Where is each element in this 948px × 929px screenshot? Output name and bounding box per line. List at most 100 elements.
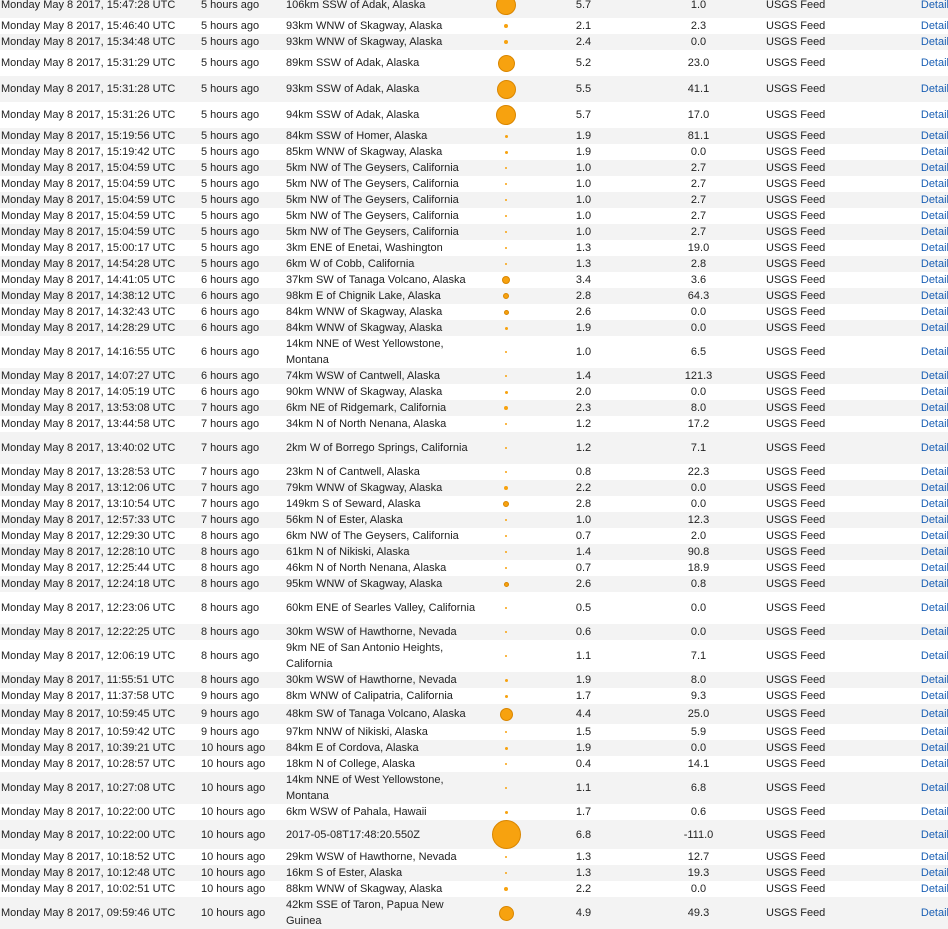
detail-link[interactable]: Detail — [921, 758, 948, 770]
depth-cell: 2.7 — [631, 192, 766, 208]
depth-cell: 6.5 — [631, 336, 766, 368]
detail-link[interactable]: Detail — [921, 402, 948, 414]
detail-link[interactable]: Detail — [921, 674, 948, 686]
detail-link[interactable]: Detail — [921, 226, 948, 238]
detail-link[interactable]: Detail — [921, 602, 948, 614]
detail-link[interactable]: Detail — [921, 498, 948, 510]
table-row: Monday May 8 2017, 14:38:12 UTC 6 hours a… — [0, 288, 948, 304]
detail-link[interactable]: Detail — [921, 210, 948, 222]
detail-link[interactable]: Detail — [921, 782, 948, 794]
detail-link[interactable]: Detail — [921, 322, 948, 334]
detail-link[interactable]: Detail — [921, 851, 948, 863]
source-cell: USGS Feed — [766, 881, 896, 897]
detail-link[interactable]: Detail — [921, 726, 948, 738]
detail-link[interactable]: Detail — [921, 194, 948, 206]
source-cell: USGS Feed — [766, 544, 896, 560]
depth-cell: 81.1 — [631, 128, 766, 144]
table-row: Monday May 8 2017, 15:46:40 UTC 5 hours a… — [0, 18, 948, 34]
depth-cell: 0.0 — [631, 144, 766, 160]
magnitude-marker-cell — [476, 176, 536, 192]
time-ago-cell: 8 hours ago — [201, 672, 286, 688]
detail-link[interactable]: Detail — [921, 306, 948, 318]
detail-link[interactable]: Detail — [921, 442, 948, 454]
time-cell: Monday May 8 2017, 15:04:59 UTC — [0, 224, 201, 240]
time-cell: Monday May 8 2017, 14:07:27 UTC — [0, 368, 201, 384]
time-cell: Monday May 8 2017, 14:54:28 UTC — [0, 256, 201, 272]
magnitude-marker-cell — [476, 772, 536, 804]
detail-link[interactable]: Detail — [921, 626, 948, 638]
detail-link[interactable]: Detail — [921, 418, 948, 430]
detail-link[interactable]: Detail — [921, 562, 948, 574]
detail-link[interactable]: Detail — [921, 742, 948, 754]
magnitude-marker-icon — [504, 887, 508, 892]
magnitude-marker-icon — [496, 79, 516, 99]
detail-link[interactable]: Detail — [921, 578, 948, 590]
detail-link[interactable]: Detail — [921, 20, 948, 32]
place-cell: 5km NW of The Geysers, California — [286, 176, 476, 192]
detail-cell: Detail — [896, 288, 948, 304]
detail-link[interactable]: Detail — [921, 370, 948, 382]
detail-link[interactable]: Detail — [921, 708, 948, 720]
detail-link[interactable]: Detail — [921, 242, 948, 254]
detail-link[interactable]: Detail — [921, 178, 948, 190]
magnitude-marker-cell — [476, 0, 536, 18]
detail-link[interactable]: Detail — [921, 690, 948, 702]
detail-link[interactable]: Detail — [921, 162, 948, 174]
magnitude-marker-icon — [497, 54, 515, 72]
detail-link[interactable]: Detail — [921, 883, 948, 895]
depth-cell: 0.6 — [631, 804, 766, 820]
time-cell: Monday May 8 2017, 12:29:30 UTC — [0, 528, 201, 544]
magnitude-marker-cell — [476, 592, 536, 624]
detail-link[interactable]: Detail — [921, 386, 948, 398]
magnitude-marker-icon — [491, 820, 521, 849]
detail-link[interactable]: Detail — [921, 109, 948, 121]
place-cell: 149km S of Seward, Alaska — [286, 496, 476, 512]
depth-cell: 2.3 — [631, 18, 766, 34]
detail-link[interactable]: Detail — [921, 546, 948, 558]
detail-link[interactable]: Detail — [921, 130, 948, 142]
place-cell: 84km WNW of Skagway, Alaska — [286, 304, 476, 320]
time-ago-cell: 10 hours ago — [201, 865, 286, 881]
detail-link[interactable]: Detail — [921, 0, 948, 11]
source-cell: USGS Feed — [766, 224, 896, 240]
detail-link[interactable]: Detail — [921, 290, 948, 302]
detail-link[interactable]: Detail — [921, 466, 948, 478]
place-cell: 2017-05-08T17:48:20.550Z — [286, 820, 476, 849]
detail-link[interactable]: Detail — [921, 482, 948, 494]
table-row: Monday May 8 2017, 15:00:17 UTC 5 hours a… — [0, 240, 948, 256]
detail-link[interactable]: Detail — [921, 274, 948, 286]
magnitude-cell: 2.6 — [536, 304, 631, 320]
detail-link[interactable]: Detail — [921, 829, 948, 841]
detail-link[interactable]: Detail — [921, 907, 948, 919]
detail-link[interactable]: Detail — [921, 36, 948, 48]
source-cell: USGS Feed — [766, 208, 896, 224]
time-ago-cell: 8 hours ago — [201, 528, 286, 544]
detail-link[interactable]: Detail — [921, 867, 948, 879]
detail-link[interactable]: Detail — [921, 83, 948, 95]
detail-link[interactable]: Detail — [921, 346, 948, 358]
source-cell: USGS Feed — [766, 464, 896, 480]
magnitude-cell: 1.3 — [536, 240, 631, 256]
detail-link[interactable]: Detail — [921, 57, 948, 69]
magnitude-marker-icon — [505, 567, 507, 570]
magnitude-marker-cell — [476, 256, 536, 272]
time-cell: Monday May 8 2017, 15:04:59 UTC — [0, 192, 201, 208]
detail-cell: Detail — [896, 0, 948, 18]
time-cell: Monday May 8 2017, 13:12:06 UTC — [0, 480, 201, 496]
detail-link[interactable]: Detail — [921, 530, 948, 542]
time-cell: Monday May 8 2017, 10:28:57 UTC — [0, 756, 201, 772]
source-cell: USGS Feed — [766, 256, 896, 272]
magnitude-marker-cell — [476, 102, 536, 128]
magnitude-cell: 1.0 — [536, 336, 631, 368]
depth-cell: 90.8 — [631, 544, 766, 560]
magnitude-marker-icon — [499, 707, 513, 721]
magnitude-marker-icon — [503, 309, 509, 315]
time-ago-cell: 5 hours ago — [201, 240, 286, 256]
detail-link[interactable]: Detail — [921, 806, 948, 818]
detail-link[interactable]: Detail — [921, 258, 948, 270]
detail-cell: Detail — [896, 512, 948, 528]
detail-link[interactable]: Detail — [921, 514, 948, 526]
magnitude-cell: 0.6 — [536, 624, 631, 640]
detail-link[interactable]: Detail — [921, 146, 948, 158]
detail-link[interactable]: Detail — [921, 650, 948, 662]
